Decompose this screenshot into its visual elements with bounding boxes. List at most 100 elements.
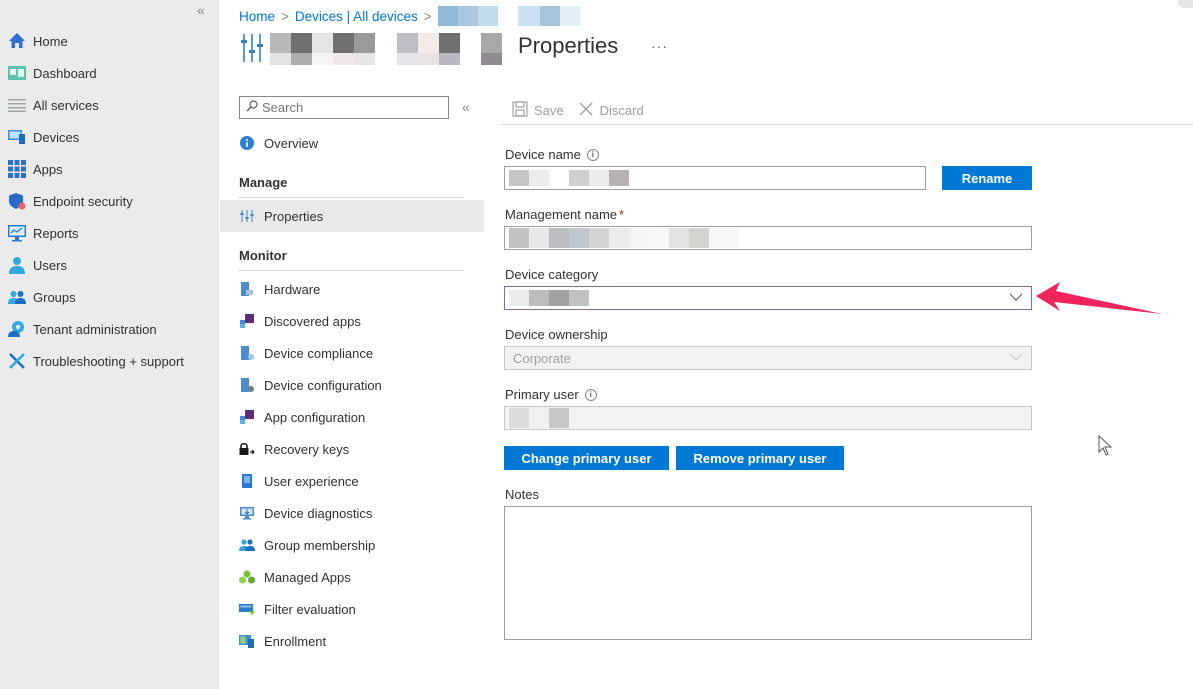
menu-item-hardware[interactable]: Hardware <box>239 278 320 300</box>
nav-label: Endpoint security <box>33 193 133 209</box>
menu-label: Device configuration <box>264 377 382 393</box>
change-primary-user-button[interactable]: Change primary user <box>504 446 669 470</box>
menu-label: Group membership <box>264 537 376 553</box>
menu-header-monitor: Monitor <box>239 248 287 263</box>
menu-item-filter-evaluation[interactable]: Filter evaluation <box>239 598 356 620</box>
tenant-admin-icon <box>8 320 26 338</box>
nav-label: Tenant administration <box>33 321 157 337</box>
scrollbar-thumb[interactable] <box>1178 0 1193 8</box>
label-text: Device name <box>505 147 581 162</box>
groups-icon <box>8 288 26 306</box>
nav-item-reports[interactable]: Reports <box>8 222 79 244</box>
discard-button[interactable]: Discard <box>578 101 644 120</box>
nav-item-endpoint-security[interactable]: Endpoint security <box>8 190 133 212</box>
nav-label: All services <box>33 97 99 113</box>
menu-item-app-configuration[interactable]: App configuration <box>239 406 365 428</box>
nav-label: Dashboard <box>33 65 97 81</box>
menu-item-device-configuration[interactable]: Device configuration <box>239 374 382 396</box>
device-ownership-dropdown[interactable]: Corporate <box>504 346 1032 370</box>
menu-item-enrollment[interactable]: Enrollment <box>239 630 326 652</box>
management-name-label: Management name * <box>505 207 624 222</box>
primary-user-field[interactable] <box>504 406 1032 430</box>
menu-label: Device diagnostics <box>264 505 373 521</box>
enrollment-icon <box>239 633 255 649</box>
required-marker: * <box>619 207 625 222</box>
discard-label: Discard <box>599 102 644 118</box>
info-icon[interactable]: i <box>586 148 599 161</box>
discovered-apps-icon <box>239 313 255 329</box>
device-category-dropdown[interactable] <box>504 286 1032 310</box>
menu-search-box[interactable] <box>239 96 449 119</box>
chevron-down-icon <box>1009 291 1023 306</box>
menu-item-user-experience[interactable]: User experience <box>239 470 359 492</box>
menu-label: Filter evaluation <box>264 601 356 617</box>
redacted-value <box>509 290 589 306</box>
menu-divider <box>239 197 464 198</box>
menu-item-device-compliance[interactable]: Device compliance <box>239 342 373 364</box>
menu-item-managed-apps[interactable]: Managed Apps <box>239 566 351 588</box>
nav-item-users[interactable]: Users <box>8 254 67 276</box>
hardware-icon <box>239 281 255 297</box>
collapse-menu-button[interactable]: « <box>462 99 470 115</box>
dashboard-icon <box>8 64 26 82</box>
more-options-button[interactable]: ··· <box>651 38 668 54</box>
device-name-field[interactable] <box>504 166 926 190</box>
nav-item-devices[interactable]: Devices <box>8 126 79 148</box>
breadcrumb: Home > Devices | All devices > <box>239 6 580 26</box>
user-icon <box>8 256 26 274</box>
nav-item-home[interactable]: Home <box>8 30 68 52</box>
device-compliance-icon <box>239 345 255 361</box>
menu-item-discovered-apps[interactable]: Discovered apps <box>239 310 361 332</box>
apps-grid-icon <box>8 160 26 178</box>
menu-item-group-membership[interactable]: Group membership <box>239 534 375 556</box>
search-input[interactable] <box>262 100 432 115</box>
menu-divider <box>239 270 464 271</box>
menu-item-properties[interactable]: Properties <box>220 200 484 232</box>
filter-icon <box>239 601 255 617</box>
breadcrumb-home[interactable]: Home <box>239 9 275 24</box>
devices-icon <box>8 128 26 146</box>
menu-item-device-diagnostics[interactable]: Device diagnostics <box>239 502 372 524</box>
device-ownership-label: Device ownership <box>505 327 608 342</box>
dropdown-value: Corporate <box>513 350 571 366</box>
list-icon <box>8 96 26 114</box>
info-icon <box>239 135 255 151</box>
collapse-nav-button[interactable]: « <box>197 2 205 18</box>
rename-button[interactable]: Rename <box>942 166 1032 190</box>
menu-label: Properties <box>264 208 324 224</box>
nav-item-troubleshooting-support[interactable]: Troubleshooting + support <box>8 350 184 372</box>
management-name-field[interactable] <box>504 226 1032 250</box>
redacted-value <box>509 408 569 428</box>
breadcrumb-device-redacted[interactable] <box>437 6 580 26</box>
device-title-row <box>240 31 502 67</box>
home-icon <box>8 32 26 50</box>
close-icon <box>578 101 594 120</box>
label-text: Device ownership <box>505 327 608 342</box>
app-configuration-icon <box>239 409 255 425</box>
nav-item-apps[interactable]: Apps <box>8 158 63 180</box>
menu-item-recovery-keys[interactable]: Recovery keys <box>239 438 349 460</box>
save-icon <box>512 100 528 120</box>
info-icon[interactable]: i <box>584 388 597 401</box>
label-text: Notes <box>505 487 539 502</box>
menu-header-manage: Manage <box>239 175 288 190</box>
page-title: Properties <box>518 33 619 58</box>
redacted-value <box>509 228 739 248</box>
breadcrumb-devices[interactable]: Devices | All devices <box>295 9 418 24</box>
user-experience-icon <box>239 473 255 489</box>
nav-label: Users <box>33 257 67 273</box>
device-configuration-icon <box>239 377 255 393</box>
nav-item-groups[interactable]: Groups <box>8 286 76 308</box>
save-button[interactable]: Save <box>512 100 564 120</box>
notes-textarea[interactable] <box>504 506 1032 640</box>
reports-icon <box>8 224 26 242</box>
properties-sliders-icon <box>240 32 264 67</box>
menu-item-overview[interactable]: Overview <box>239 132 318 154</box>
nav-label: Groups <box>33 289 76 305</box>
menu-label: Recovery keys <box>264 441 350 457</box>
nav-item-all-services[interactable]: All services <box>8 94 99 116</box>
remove-primary-user-button[interactable]: Remove primary user <box>676 446 844 470</box>
nav-item-tenant-administration[interactable]: Tenant administration <box>8 318 157 340</box>
chevron-down-icon <box>1009 351 1023 366</box>
nav-item-dashboard[interactable]: Dashboard <box>8 62 97 84</box>
